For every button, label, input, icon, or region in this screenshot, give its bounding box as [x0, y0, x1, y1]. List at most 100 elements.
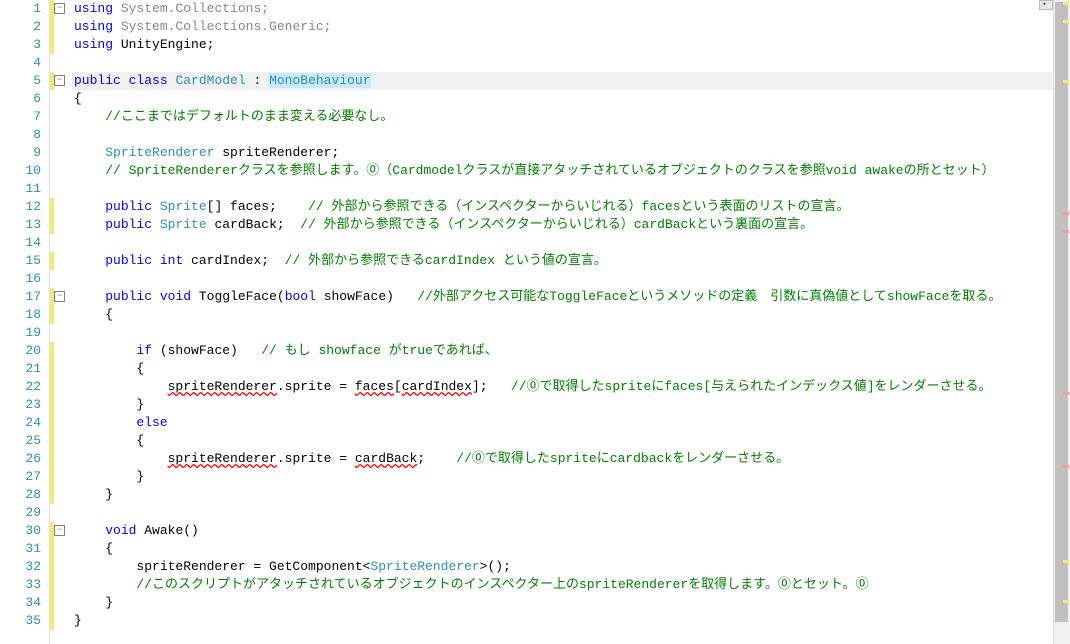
- line-number[interactable]: 11: [0, 180, 41, 198]
- line-number[interactable]: 18: [0, 306, 41, 324]
- line-number[interactable]: 21: [0, 360, 41, 378]
- code-line[interactable]: }: [72, 396, 1070, 414]
- line-number[interactable]: 9: [0, 144, 41, 162]
- line-number[interactable]: 24: [0, 414, 41, 432]
- overview-mark[interactable]: [1063, 2, 1069, 5]
- code-line[interactable]: [72, 324, 1070, 342]
- line-number[interactable]: 20: [0, 342, 41, 360]
- line-number[interactable]: 8: [0, 126, 41, 144]
- overview-mark[interactable]: [1063, 465, 1069, 468]
- fold-toggle-icon[interactable]: −: [54, 525, 65, 536]
- line-number[interactable]: 25: [0, 432, 41, 450]
- line-number[interactable]: 13: [0, 216, 41, 234]
- line-number[interactable]: 27: [0, 468, 41, 486]
- line-number[interactable]: 26: [0, 450, 41, 468]
- code-line[interactable]: }: [72, 486, 1070, 504]
- line-number[interactable]: 5: [0, 72, 41, 90]
- line-number[interactable]: 15: [0, 252, 41, 270]
- code-line[interactable]: //このスクリプトがアタッチされているオブジェクトのインスペクター上のsprit…: [72, 576, 1070, 594]
- fold-toggle-icon[interactable]: −: [54, 291, 65, 302]
- code-line[interactable]: else: [72, 414, 1070, 432]
- line-number[interactable]: 10: [0, 162, 41, 180]
- code-line[interactable]: public Sprite cardBack; // 外部から参照できる（インス…: [72, 216, 1070, 234]
- line-number[interactable]: 12: [0, 198, 41, 216]
- code-line[interactable]: public Sprite[] faces; // 外部から参照できる（インスペ…: [72, 198, 1070, 216]
- code-line[interactable]: using System.Collections.Generic;: [72, 18, 1070, 36]
- fold-toggle-icon[interactable]: −: [54, 75, 65, 86]
- code-token: [74, 451, 168, 466]
- code-line[interactable]: spriteRenderer.sprite = faces[cardIndex]…: [72, 378, 1070, 396]
- overview-mark[interactable]: [1063, 20, 1069, 23]
- fold-margin[interactable]: − − − −: [50, 0, 72, 644]
- line-number[interactable]: 30: [0, 522, 41, 540]
- code-line[interactable]: public void ToggleFace(bool showFace) //…: [72, 288, 1070, 306]
- code-line[interactable]: [72, 180, 1070, 198]
- line-number[interactable]: 22: [0, 378, 41, 396]
- line-number[interactable]: 16: [0, 270, 41, 288]
- code-line[interactable]: {: [72, 306, 1070, 324]
- code-line[interactable]: spriteRenderer.sprite = cardBack; //⓪で取得…: [72, 450, 1070, 468]
- code-token: Sprite: [160, 217, 207, 232]
- line-number[interactable]: 35: [0, 612, 41, 630]
- line-number[interactable]: 17: [0, 288, 41, 306]
- code-token: // 外部から参照できるcardIndex という値の宣言。: [285, 253, 607, 268]
- code-line[interactable]: // SpriteRendererクラスを参照します。⓪（Cardmodelクラ…: [72, 162, 1070, 180]
- code-editor: 1234567891011121314151617181920212223242…: [0, 0, 1070, 644]
- code-line[interactable]: void Awake(): [72, 522, 1070, 540]
- line-number[interactable]: 29: [0, 504, 41, 522]
- code-line[interactable]: [72, 126, 1070, 144]
- line-number[interactable]: 32: [0, 558, 41, 576]
- code-token: cardBack: [355, 451, 417, 466]
- vertical-scrollbar[interactable]: [1053, 0, 1070, 644]
- code-line[interactable]: [72, 270, 1070, 288]
- line-number[interactable]: 19: [0, 324, 41, 342]
- line-number[interactable]: 6: [0, 90, 41, 108]
- split-handle-icon[interactable]: [1039, 0, 1053, 10]
- code-line[interactable]: [72, 54, 1070, 72]
- code-line[interactable]: SpriteRenderer spriteRenderer;: [72, 144, 1070, 162]
- line-number[interactable]: 4: [0, 54, 41, 72]
- line-number[interactable]: 28: [0, 486, 41, 504]
- code-line[interactable]: {: [72, 540, 1070, 558]
- code-token: spriteRenderer;: [214, 145, 339, 160]
- line-number[interactable]: 31: [0, 540, 41, 558]
- code-line[interactable]: {: [72, 360, 1070, 378]
- code-token: >();: [480, 559, 511, 574]
- code-token: UnityEngine;: [113, 37, 214, 52]
- line-number[interactable]: 1: [0, 0, 41, 18]
- code-line[interactable]: spriteRenderer = GetComponent<SpriteRend…: [72, 558, 1070, 576]
- scrollbar-thumb[interactable]: [1055, 2, 1068, 622]
- code-line[interactable]: using UnityEngine;: [72, 36, 1070, 54]
- line-number[interactable]: 34: [0, 594, 41, 612]
- code-line[interactable]: }: [72, 594, 1070, 612]
- line-number[interactable]: 23: [0, 396, 41, 414]
- code-line[interactable]: [72, 504, 1070, 522]
- overview-mark[interactable]: [1063, 80, 1069, 83]
- line-number[interactable]: 33: [0, 576, 41, 594]
- code-line[interactable]: {: [72, 432, 1070, 450]
- line-number[interactable]: 3: [0, 36, 41, 54]
- change-marker: [50, 288, 54, 324]
- line-number-gutter[interactable]: 1234567891011121314151617181920212223242…: [0, 0, 50, 644]
- overview-mark[interactable]: [1063, 230, 1069, 233]
- code-line[interactable]: [72, 234, 1070, 252]
- code-line[interactable]: {: [72, 90, 1070, 108]
- code-line[interactable]: }: [72, 612, 1070, 630]
- fold-toggle-icon[interactable]: −: [54, 3, 65, 14]
- code-line[interactable]: if (showFace) // もし showface がtrueであれば、: [72, 342, 1070, 360]
- overview-mark[interactable]: [1063, 600, 1069, 603]
- code-token: }: [74, 469, 144, 484]
- overview-mark[interactable]: [1063, 560, 1069, 563]
- code-line[interactable]: //ここまではデフォルトのまま変える必要なし。: [72, 108, 1070, 126]
- overview-mark[interactable]: [1063, 392, 1069, 395]
- overview-mark[interactable]: [1063, 212, 1069, 215]
- code-area[interactable]: using System.Collections;using System.Co…: [72, 0, 1070, 644]
- code-token: //⓪で取得したspriteにcardbackをレンダーさせる。: [456, 451, 789, 466]
- code-line[interactable]: public int cardIndex; // 外部から参照できるcardIn…: [72, 252, 1070, 270]
- code-line[interactable]: using System.Collections;: [72, 0, 1070, 18]
- line-number[interactable]: 2: [0, 18, 41, 36]
- code-line[interactable]: }: [72, 468, 1070, 486]
- code-line[interactable]: public class CardModel : MonoBehaviour: [72, 72, 1070, 90]
- line-number[interactable]: 14: [0, 234, 41, 252]
- line-number[interactable]: 7: [0, 108, 41, 126]
